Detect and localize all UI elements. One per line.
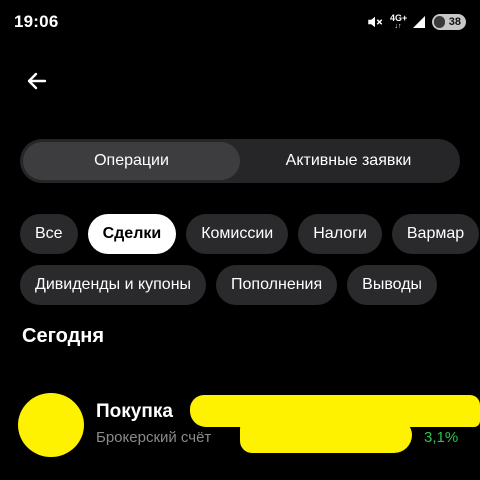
- arrow-left-icon: [27, 72, 47, 90]
- battery-fill: [434, 16, 445, 28]
- operation-change: 3,1%: [424, 429, 459, 446]
- filter-chip-deposits[interactable]: Пополнения: [216, 265, 338, 305]
- filter-chip-margin[interactable]: Вармар: [391, 214, 480, 254]
- network-arrows: ↓↑: [394, 23, 402, 30]
- signal-icon: [413, 16, 425, 28]
- filter-chip-all[interactable]: Все: [20, 214, 78, 254]
- operations-tabs: Операции Активные заявки: [20, 139, 460, 183]
- section-title-today: Сегодня: [22, 325, 105, 347]
- filter-chip-deals[interactable]: Сделки: [87, 214, 177, 254]
- filter-chip-dividends[interactable]: Дивиденды и купоны: [20, 265, 207, 305]
- filter-chip-commissions[interactable]: Комиссии: [186, 214, 289, 254]
- battery-icon: 38: [432, 14, 466, 30]
- redaction-mark: [240, 419, 412, 453]
- status-time: 19:06: [14, 12, 59, 31]
- network-type: 4G+: [390, 13, 408, 23]
- battery-level: 38: [448, 16, 461, 28]
- filter-row-1: Все Сделки Комиссии Налоги Вармар: [20, 214, 480, 254]
- operation-account: Брокерский счёт: [96, 429, 212, 446]
- back-button[interactable]: [18, 64, 56, 98]
- operation-row[interactable]: Покупка Брокерский счёт 3,1%: [0, 385, 480, 465]
- tab-operations[interactable]: Операции: [23, 142, 240, 180]
- status-icons: 4G+ ↓↑ 38: [366, 12, 466, 32]
- avatar: [18, 393, 84, 457]
- redaction-mark: [400, 407, 480, 421]
- operation-title: Покупка: [96, 401, 173, 422]
- filter-chip-withdrawals[interactable]: Выводы: [347, 265, 438, 305]
- mute-icon: [368, 16, 383, 28]
- status-bar: 19:06 4G+ ↓↑ 38: [0, 0, 480, 44]
- filter-row-2: Дивиденды и купоны Пополнения Выводы: [20, 265, 438, 305]
- tab-active-orders[interactable]: Активные заявки: [240, 142, 457, 180]
- filter-chip-taxes[interactable]: Налоги: [298, 214, 382, 254]
- network-indicator: 4G+ ↓↑: [390, 13, 408, 31]
